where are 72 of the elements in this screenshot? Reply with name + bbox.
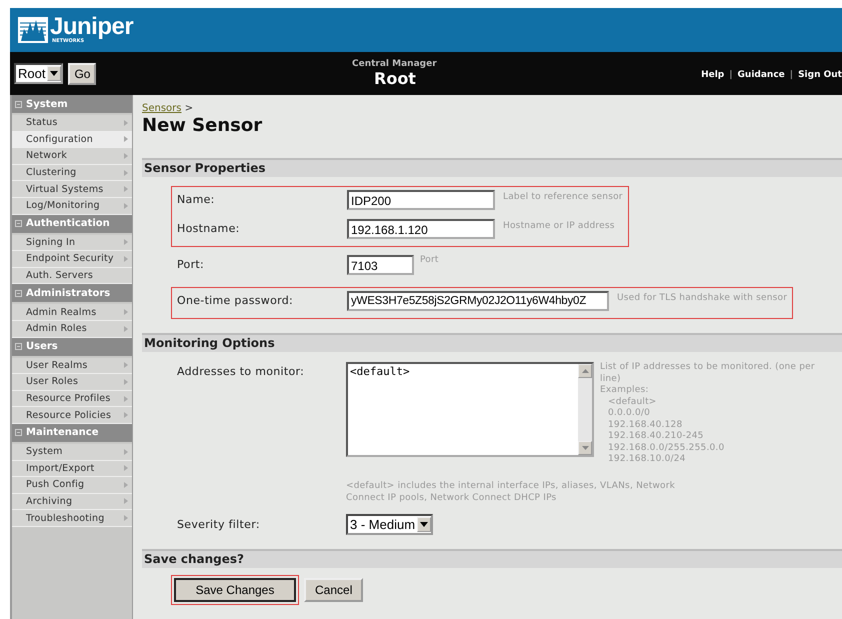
field-label: Addresses to monitor: — [177, 364, 306, 380]
input-field[interactable]: 7103 — [347, 255, 414, 275]
example-text: 192.168.10.0/24 — [607, 454, 687, 466]
field-hint: Port — [420, 255, 439, 265]
logo-icon — [18, 17, 48, 43]
logo-text: Juniper — [50, 16, 134, 38]
section-title: Administrators — [26, 288, 110, 299]
addresses-textarea[interactable]: <default> — [346, 362, 594, 457]
sidebar-item[interactable]: Virtual Systems — [12, 181, 132, 198]
field-hint: Used for TLS handshake with sensor — [617, 292, 788, 303]
field-hint: Label to reference sensor — [503, 191, 623, 202]
link-separator: | — [790, 70, 794, 80]
sidebar-item[interactable]: Endpoint Security — [12, 251, 132, 268]
help-text: List of IP addresses to be monitored. (one per line) — [600, 362, 816, 385]
sidebar-item[interactable]: System — [12, 444, 132, 460]
scroll-down-icon[interactable] — [578, 441, 592, 455]
help-text: <default> includes the internal interface IPs, aliases, VLANs, Network Connect IP pools, Network Connect DHCP IPs — [346, 480, 676, 504]
section-header: Monitoring Options — [142, 333, 842, 352]
go-button[interactable]: Go — [68, 62, 96, 84]
section-title: Authentication — [26, 218, 110, 230]
sidebar-item[interactable]: Network — [12, 148, 132, 165]
sidebar-item[interactable]: User Roles — [12, 374, 132, 391]
sidebar-item[interactable]: Resource Profiles — [12, 390, 132, 408]
field-label: Severity filter: — [177, 518, 261, 530]
field-label: One-time password: — [177, 293, 294, 307]
sidebar-item[interactable]: Auth. Servers — [12, 268, 132, 284]
input-field[interactable]: yWES3H7e5Z58jS2GRMy02J2O11y6W4hby0Z — [347, 291, 609, 311]
section-header: Sensor Properties — [142, 158, 842, 177]
breadcrumb-separator: > — [184, 103, 194, 114]
page-title: New Sensor — [142, 115, 264, 136]
cancel-button[interactable]: Cancel — [304, 578, 364, 602]
section-title: System — [26, 98, 68, 110]
example-text: 192.168.0.0/255.255.0.0 — [607, 442, 726, 454]
sidebar-item[interactable]: Status — [12, 115, 132, 132]
input-field[interactable]: IDP200 — [347, 190, 495, 210]
help-text: Examples: — [600, 385, 650, 396]
header-link[interactable]: Sign Out — [798, 70, 842, 80]
field-label: Name: — [177, 192, 216, 206]
sidebar-item[interactable]: User Realms — [12, 358, 132, 374]
sidebar-item[interactable]: Signing In — [12, 234, 132, 252]
field-label: Port: — [177, 257, 206, 271]
scrollbar[interactable] — [578, 364, 592, 455]
sidebar-item[interactable]: Import/Export — [12, 460, 132, 478]
scroll-up-icon[interactable] — [578, 364, 592, 378]
breadcrumb-link[interactable]: Sensors — [142, 103, 182, 114]
example-text: 0.0.0.0/0 — [607, 408, 652, 420]
example-text: 192.168.40.128 — [607, 420, 684, 431]
section-header: Save changes? — [142, 548, 842, 568]
sidebar-item[interactable]: Admin Realms — [12, 304, 132, 321]
save-button[interactable]: Save Changes — [174, 578, 296, 602]
sidebar-item[interactable]: Clustering — [12, 164, 132, 182]
sidebar-item[interactable]: Archiving — [12, 494, 132, 510]
example-text: 192.168.40.210-245 — [607, 431, 705, 442]
sidebar-item[interactable]: Troubleshooting — [12, 510, 132, 527]
field-label: Hostname: — [177, 221, 241, 235]
sidebar-item[interactable]: Configuration — [12, 132, 132, 148]
realm-select[interactable]: Root — [14, 63, 64, 84]
header-link[interactable]: Guidance — [738, 70, 785, 80]
sidebar-item[interactable]: Push Config — [12, 477, 132, 494]
sidebar-item[interactable]: Log/Monitoring — [12, 198, 132, 215]
severity-select[interactable]: 3 - Medium — [346, 514, 434, 534]
section-title: Users — [26, 341, 58, 352]
context-title: Root — [374, 69, 416, 88]
field-hint: Hostname or IP address — [503, 220, 615, 231]
sidebar-item[interactable]: Admin Roles — [12, 320, 132, 338]
example-text: <default> — [607, 396, 658, 408]
link-separator: | — [729, 70, 733, 80]
input-field[interactable]: 192.168.1.120 — [347, 219, 495, 239]
app-name: Central Manager — [352, 59, 437, 69]
sidebar-item[interactable]: Resource Policies — [12, 407, 132, 424]
header-link[interactable]: Help — [701, 70, 724, 80]
section-title: Maintenance — [26, 427, 99, 438]
